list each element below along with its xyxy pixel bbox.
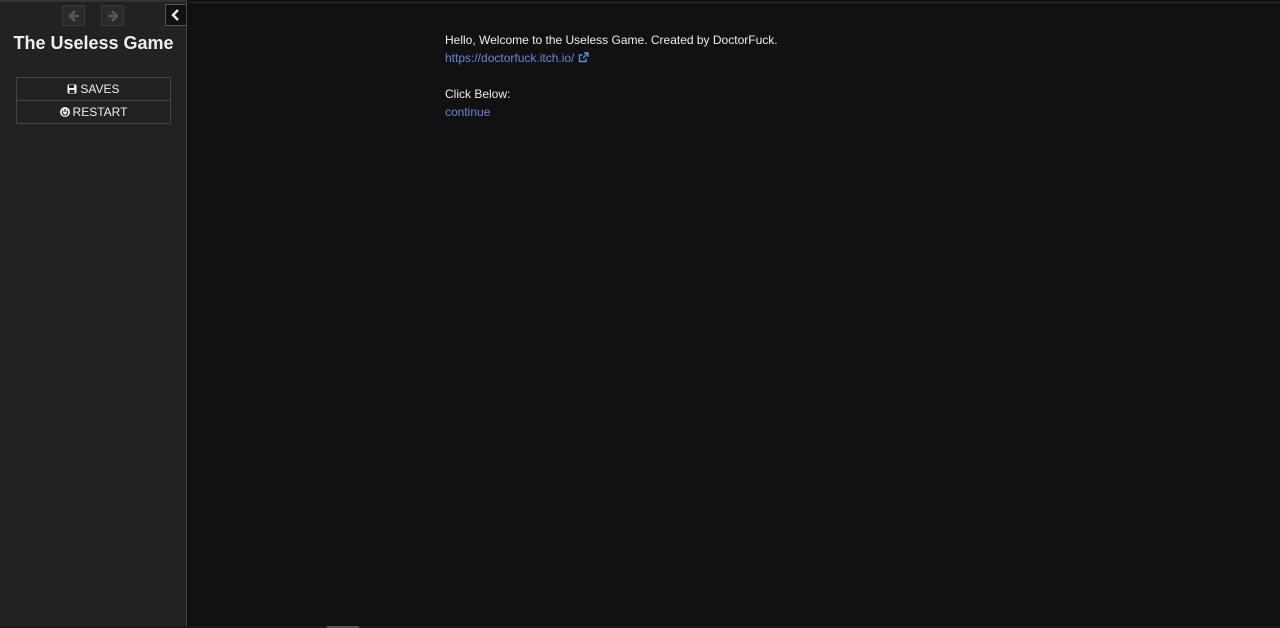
external-link-icon	[578, 52, 589, 63]
sidebar: The Useless Game SAVES RESTART	[0, 0, 187, 628]
floppy-disk-icon	[67, 84, 77, 94]
arrow-right-icon	[107, 9, 119, 22]
restart-button[interactable]: RESTART	[16, 100, 171, 124]
external-link[interactable]: https://doctorfuck.itch.io/	[445, 49, 778, 67]
saves-button[interactable]: SAVES	[16, 77, 171, 101]
history-back-button[interactable]	[62, 5, 85, 26]
itch-link[interactable]: https://doctorfuck.itch.io/	[445, 51, 574, 65]
prompt-text: Click Below:	[445, 87, 511, 101]
power-icon	[59, 107, 70, 117]
continue-link[interactable]: continue	[445, 103, 778, 121]
passage: Hello, Welcome to the Useless Game. Crea…	[445, 31, 778, 121]
arrow-left-icon	[67, 9, 79, 22]
history-forward-button[interactable]	[101, 5, 124, 26]
restart-label: RESTART	[72, 105, 128, 119]
story-area: Hello, Welcome to the Useless Game. Crea…	[188, 2, 1280, 628]
chevron-left-icon	[171, 9, 179, 21]
intro-text: Hello, Welcome to the Useless Game. Crea…	[445, 33, 778, 47]
saves-label: SAVES	[80, 82, 120, 96]
story-title: The Useless Game	[13, 33, 174, 53]
sidebar-toggle-button[interactable]	[165, 4, 186, 26]
